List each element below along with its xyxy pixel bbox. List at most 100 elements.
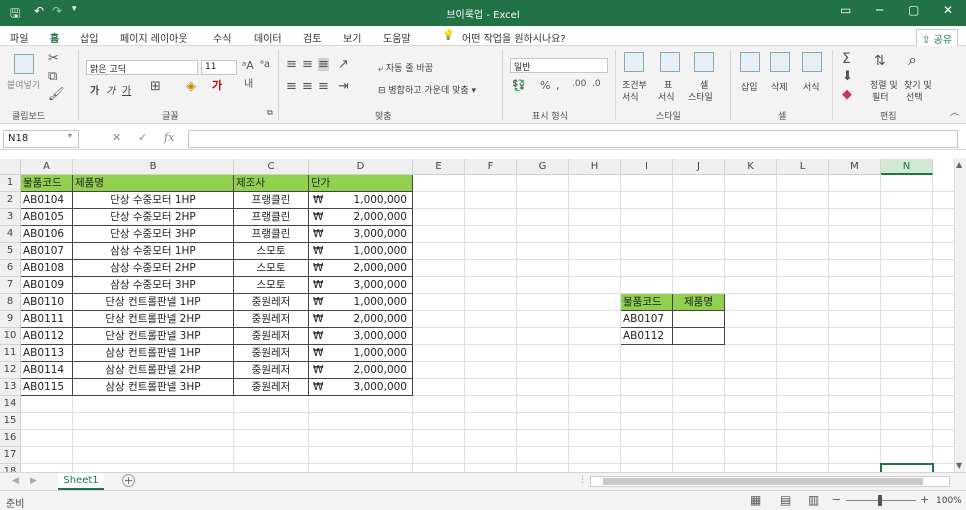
merge-center-button[interactable]: ⊟ 병합하고 가운데 맞춤 ▾ <box>378 83 476 96</box>
row-header-10[interactable]: 10 <box>0 328 21 345</box>
align-center-icon[interactable]: ≡ <box>302 80 313 93</box>
column-header-a[interactable]: A <box>21 159 73 175</box>
column-header-i[interactable]: I <box>621 159 673 175</box>
column-header-k[interactable]: K <box>725 159 777 175</box>
align-bottom-icon[interactable]: ≡ <box>318 58 329 71</box>
lookup-header-2[interactable]: 제품명 <box>673 294 725 311</box>
lookup-code[interactable]: AB0112 <box>621 328 673 345</box>
cell-price[interactable]: ₩3,000,000 <box>309 379 413 396</box>
row-header-18[interactable]: 18 <box>0 464 21 472</box>
cell-code[interactable]: AB0104 <box>21 192 73 209</box>
column-header-g[interactable]: G <box>517 159 569 175</box>
zoom-in-icon[interactable]: + <box>920 493 929 506</box>
row-header-6[interactable]: 6 <box>0 260 21 277</box>
tell-me-input[interactable]: 어떤 작업을 원하시나요? <box>462 30 566 45</box>
increase-decimal-icon[interactable]: .00 <box>572 80 586 89</box>
tab-help[interactable]: 도움말 <box>383 30 411 45</box>
split-handle-icon[interactable]: ⋮ <box>578 475 587 485</box>
format-as-table-icon[interactable] <box>660 52 680 72</box>
lookup-product-result[interactable] <box>673 328 725 345</box>
cell-maker[interactable]: 중원레저 <box>234 294 309 311</box>
insert-cells-icon[interactable] <box>740 52 760 72</box>
tab-page-layout[interactable]: 페이지 레이아웃 <box>120 30 188 45</box>
cell-maker[interactable]: 스모토 <box>234 277 309 294</box>
cell-maker[interactable]: 스모토 <box>234 243 309 260</box>
row-header-7[interactable]: 7 <box>0 277 21 294</box>
cell-code[interactable]: AB0110 <box>21 294 73 311</box>
cell-maker[interactable]: 중원레저 <box>234 362 309 379</box>
align-middle-icon[interactable]: ≡ <box>302 58 313 71</box>
column-header-b[interactable]: B <box>73 159 234 175</box>
phonetic-icon[interactable]: 내 <box>244 80 253 90</box>
cell-code[interactable]: AB0114 <box>21 362 73 379</box>
column-header-c[interactable]: C <box>234 159 309 175</box>
formula-input[interactable] <box>188 130 958 148</box>
cell-product[interactable]: 삼상 수중모터 1HP <box>73 243 234 260</box>
scroll-down-icon[interactable]: ▼ <box>956 461 962 470</box>
cell-maker[interactable]: 프랭클린 <box>234 226 309 243</box>
table-header-2[interactable]: 제품명 <box>73 175 234 192</box>
row-header-15[interactable]: 15 <box>0 413 21 430</box>
page-break-view-icon[interactable]: ▥ <box>808 493 819 507</box>
restore-button[interactable]: ▢ <box>908 3 919 17</box>
decrease-font-icon[interactable]: ᵃa <box>260 60 270 70</box>
column-header-m[interactable]: M <box>829 159 881 175</box>
tab-formulas[interactable]: 수식 <box>213 30 231 45</box>
column-header-l[interactable]: L <box>777 159 829 175</box>
row-header-5[interactable]: 5 <box>0 243 21 260</box>
cell-maker[interactable]: 중원레저 <box>234 311 309 328</box>
table-header-1[interactable]: 물품코드 <box>21 175 73 192</box>
align-right-icon[interactable]: ≡ <box>318 80 329 93</box>
zoom-slider-thumb[interactable] <box>878 495 882 506</box>
underline-button[interactable]: 가 <box>122 82 131 97</box>
cell-code[interactable]: AB0105 <box>21 209 73 226</box>
autosum-icon[interactable]: Σ <box>842 52 851 66</box>
sort-filter-icon[interactable]: ⇅ <box>874 54 886 68</box>
increase-font-icon[interactable]: ᵃA <box>242 60 254 71</box>
decrease-decimal-icon[interactable]: .0 <box>592 80 601 89</box>
row-header-1[interactable]: 1 <box>0 175 21 192</box>
clear-icon[interactable]: ◆ <box>842 88 852 101</box>
column-header-n[interactable]: N <box>881 159 933 175</box>
paste-icon[interactable] <box>14 54 34 74</box>
next-sheet-icon[interactable]: ▶ <box>30 476 37 486</box>
cut-icon[interactable]: ✂ <box>48 52 59 65</box>
cell-maker[interactable]: 프랭클린 <box>234 209 309 226</box>
row-header-13[interactable]: 13 <box>0 379 21 396</box>
collapse-ribbon-icon[interactable]: ︿ <box>950 109 959 118</box>
cell-product[interactable]: 단상 수중모터 3HP <box>73 226 234 243</box>
currency-icon[interactable]: 💱 <box>512 80 526 91</box>
fill-color-icon[interactable]: ◈ <box>186 80 196 93</box>
row-header-8[interactable]: 8 <box>0 294 21 311</box>
normal-view-icon[interactable]: ▦ <box>750 493 761 507</box>
column-header-e[interactable]: E <box>413 159 465 175</box>
cell-code[interactable]: AB0108 <box>21 260 73 277</box>
row-header-12[interactable]: 12 <box>0 362 21 379</box>
copy-icon[interactable]: ⧉ <box>48 70 57 83</box>
cell-product[interactable]: 단상 컨트롤판넬 3HP <box>73 328 234 345</box>
lookup-code[interactable]: AB0107 <box>621 311 673 328</box>
cell-maker[interactable]: 스모토 <box>234 260 309 277</box>
format-painter-icon[interactable]: 🖌 <box>48 88 65 101</box>
lookup-header-1[interactable]: 물품코드 <box>621 294 673 311</box>
tab-review[interactable]: 검토 <box>303 30 321 45</box>
horizontal-scrollbar[interactable] <box>590 476 950 487</box>
select-all-button[interactable] <box>0 159 21 175</box>
cell-product[interactable]: 단상 수중모터 2HP <box>73 209 234 226</box>
cancel-icon[interactable]: ✕ <box>112 131 121 144</box>
borders-icon[interactable]: ⊞ <box>150 80 161 93</box>
horizontal-scroll-thumb[interactable] <box>603 478 923 485</box>
cell-price[interactable]: ₩1,000,000 <box>309 192 413 209</box>
cell-code[interactable]: AB0107 <box>21 243 73 260</box>
wrap-text-button[interactable]: ⤶ 자동 줄 바꿈 <box>378 61 433 74</box>
cell-price[interactable]: ₩3,000,000 <box>309 277 413 294</box>
vertical-scrollbar[interactable]: ▲ ▼ <box>954 158 966 472</box>
cell-product[interactable]: 단상 컨트롤판넬 2HP <box>73 311 234 328</box>
find-select-icon[interactable]: ⌕ <box>908 52 917 68</box>
row-header-3[interactable]: 3 <box>0 209 21 226</box>
cell-price[interactable]: ₩2,000,000 <box>309 311 413 328</box>
cell-maker[interactable]: 중원레저 <box>234 328 309 345</box>
number-format-select[interactable]: 일반 <box>510 58 608 73</box>
fill-icon[interactable]: ⬇ <box>842 70 853 83</box>
ribbon-display-icon[interactable]: ▭ <box>840 3 851 17</box>
